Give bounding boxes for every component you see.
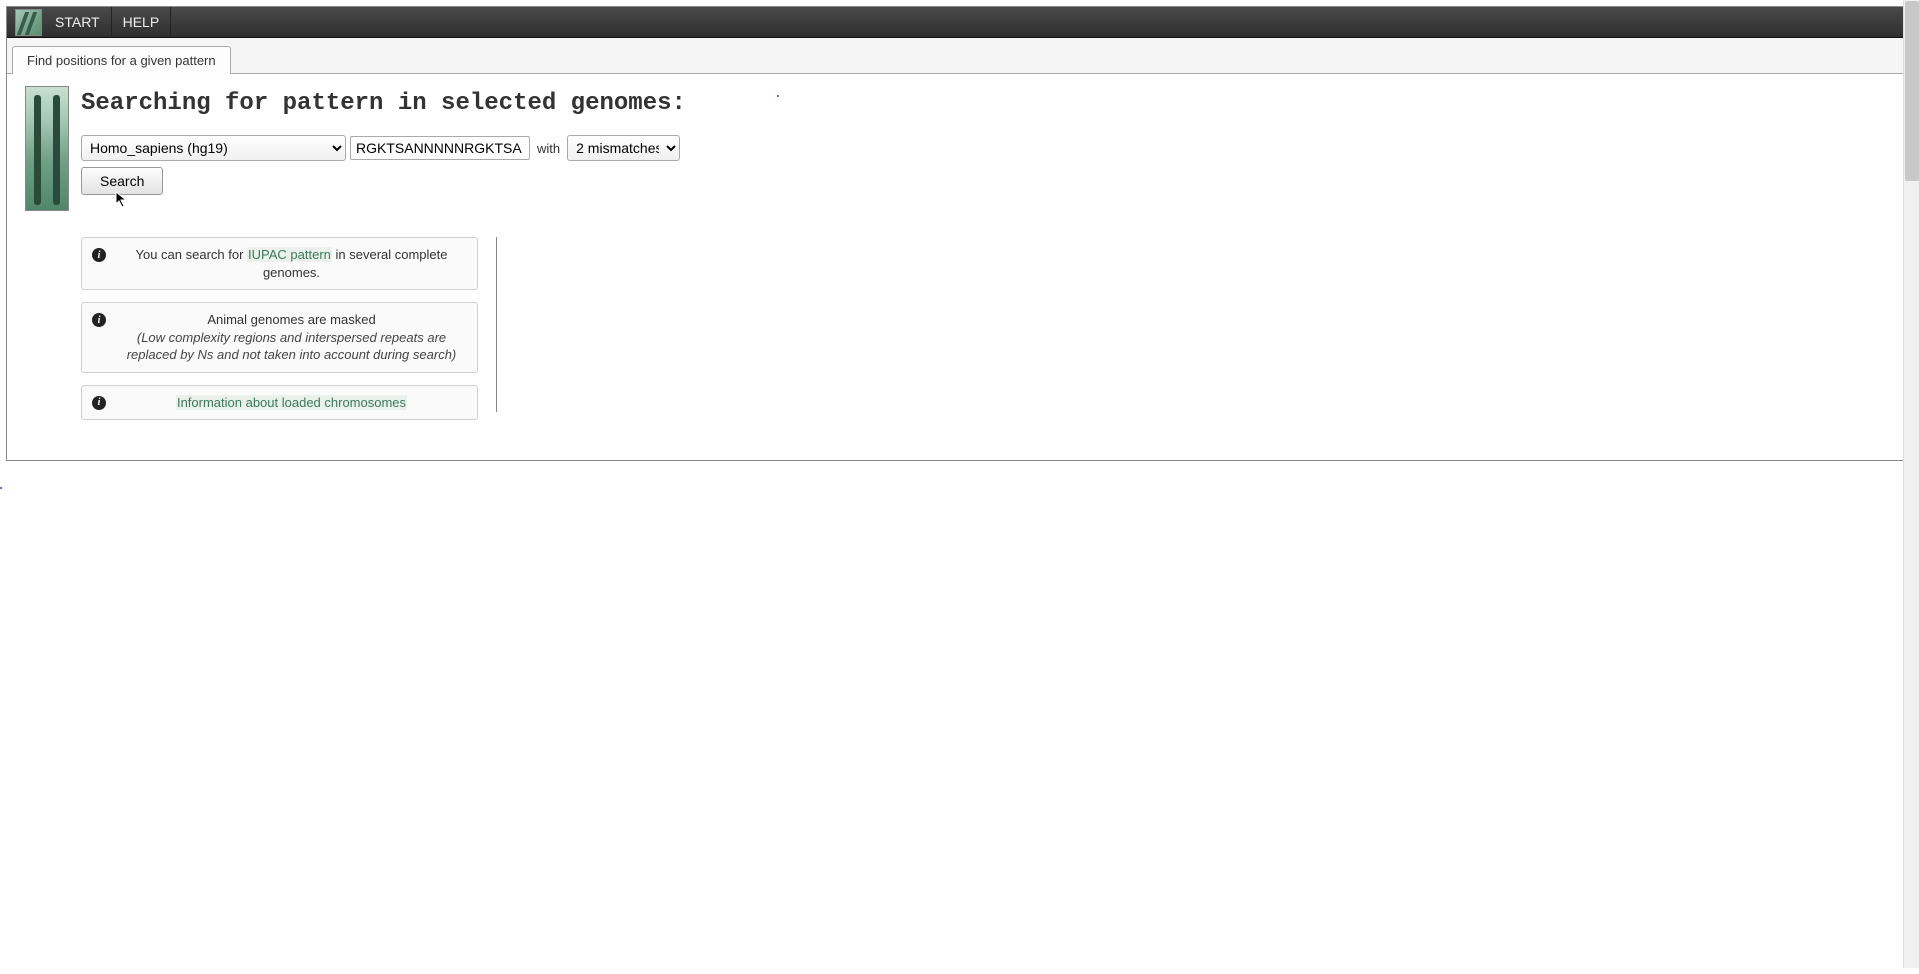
menu-help[interactable]: HELP bbox=[112, 7, 172, 38]
app-window: START HELP Find positions for a given pa… bbox=[6, 6, 1913, 461]
main-panel: Searching for pattern in selected genome… bbox=[81, 86, 1894, 432]
tab-find-positions[interactable]: Find positions for a given pattern bbox=[12, 46, 231, 74]
vertical-divider bbox=[496, 237, 497, 412]
menu-start[interactable]: START bbox=[44, 7, 112, 38]
info-section: i You can search for IUPAC pattern in se… bbox=[81, 237, 1894, 432]
top-menu-bar: START HELP bbox=[7, 7, 1912, 38]
search-button[interactable]: Search bbox=[81, 167, 163, 195]
mismatch-select[interactable]: 2 mismatches bbox=[567, 135, 680, 161]
chromosomes-info-link[interactable]: Information about loaded chromosomes bbox=[176, 395, 407, 410]
vertical-scrollbar[interactable] bbox=[1903, 0, 1919, 968]
app-logo-icon bbox=[15, 9, 42, 36]
genome-select[interactable]: Homo_sapiens (hg19) bbox=[81, 135, 346, 161]
info-icon: i bbox=[92, 396, 106, 410]
info-text: You can search for IUPAC pattern in seve… bbox=[116, 246, 467, 281]
scrollbar-thumb[interactable] bbox=[1905, 1, 1919, 181]
info-masked-title: Animal genomes are masked bbox=[207, 312, 375, 327]
info-icon: i bbox=[92, 313, 106, 327]
info-column: i You can search for IUPAC pattern in se… bbox=[81, 237, 496, 432]
info-text: Information about loaded chromosomes bbox=[116, 394, 467, 412]
content-area: Searching for pattern in selected genome… bbox=[7, 74, 1912, 444]
pattern-input[interactable] bbox=[350, 136, 530, 160]
search-form: Homo_sapiens (hg19) with 2 mismatches bbox=[81, 135, 1894, 161]
info-text: Animal genomes are masked (Low complexit… bbox=[116, 311, 467, 364]
info-box-iupac: i You can search for IUPAC pattern in se… bbox=[81, 237, 478, 290]
info-icon: i bbox=[92, 248, 106, 262]
info-box-chromosomes: i Information about loaded chromosomes bbox=[81, 385, 478, 421]
info-text-prefix: You can search for bbox=[135, 247, 247, 262]
with-label: with bbox=[537, 141, 560, 156]
iupac-pattern-link[interactable]: IUPAC pattern bbox=[247, 247, 332, 262]
marker-dot bbox=[777, 95, 779, 97]
info-masked-detail: (Low complexity regions and interspersed… bbox=[127, 330, 457, 363]
dna-helix-icon bbox=[25, 86, 69, 211]
marker-dot bbox=[0, 487, 2, 489]
info-box-masked: i Animal genomes are masked (Low complex… bbox=[81, 302, 478, 373]
page-title: Searching for pattern in selected genome… bbox=[81, 90, 1894, 117]
tab-bar: Find positions for a given pattern bbox=[7, 38, 1912, 74]
